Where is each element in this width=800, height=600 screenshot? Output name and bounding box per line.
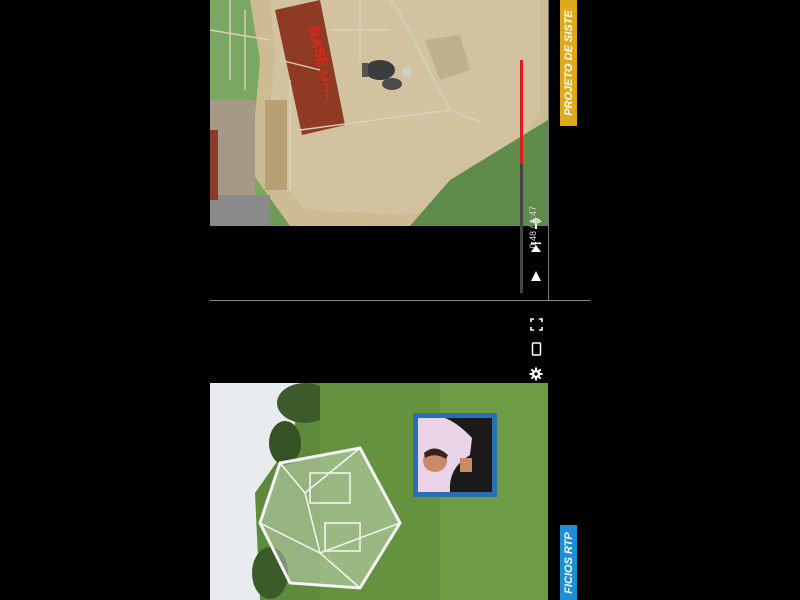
mobile-icon: [531, 342, 541, 356]
gear-icon: [529, 367, 543, 381]
progress-fill: [520, 60, 523, 164]
sign-text: BASE DADOS: [304, 25, 328, 126]
skip-next-icon: [531, 242, 541, 252]
settings-button[interactable]: [527, 365, 545, 383]
program-title-banner: PROJETO DE SISTE: [560, 0, 577, 126]
fullscreen-icon: [529, 317, 543, 331]
play-icon: [531, 271, 541, 281]
live-scene: [210, 383, 548, 600]
channel-banner-text: FICIOS RTP: [562, 531, 575, 594]
player-rail: [548, 0, 549, 300]
fullscreen-button[interactable]: [527, 315, 545, 333]
channel-banner: FICIOS RTP: [560, 525, 577, 600]
program-title-text: PROJETO DE SISTE: [562, 10, 575, 116]
base-dados-sign: BASE DADOS: [304, 25, 328, 126]
play-button[interactable]: [527, 267, 545, 285]
player-divider: [210, 300, 590, 301]
top-video-frame[interactable]: BASE DADOS: [210, 0, 548, 226]
rendered-scene: [210, 0, 548, 226]
skip-next-button[interactable]: [527, 238, 545, 256]
broadcast-button[interactable]: [527, 214, 545, 232]
bottom-video-frame[interactable]: [210, 383, 548, 600]
mobile-button[interactable]: [527, 340, 545, 358]
broadcast-icon: [530, 218, 542, 229]
